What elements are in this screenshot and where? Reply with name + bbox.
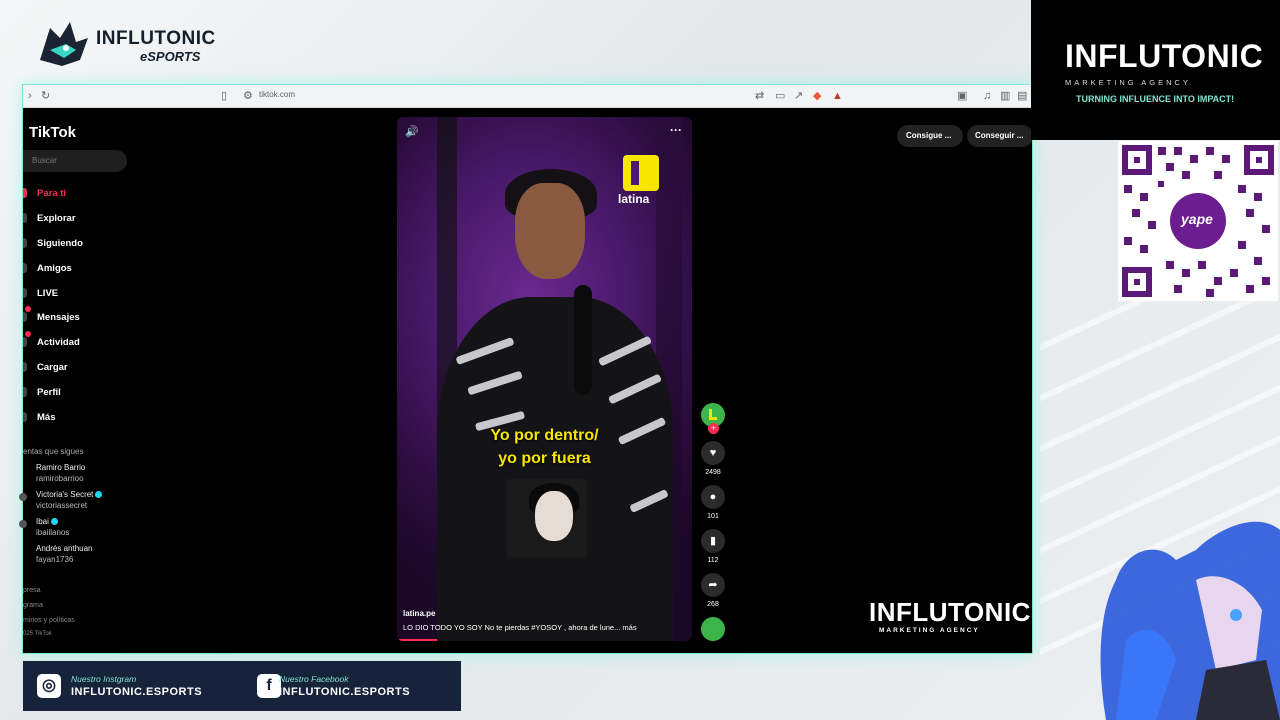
site-settings-icon[interactable]: ⚙ bbox=[243, 89, 253, 103]
share-icon[interactable]: ↗ bbox=[794, 89, 803, 103]
activity-icon bbox=[23, 337, 27, 347]
reload-icon[interactable]: ↻ bbox=[41, 89, 50, 103]
facebook-icon: f bbox=[257, 674, 281, 698]
microphone bbox=[574, 285, 592, 395]
copyright: 025 TikTok bbox=[23, 631, 52, 637]
following-account[interactable]: Ibai ibaillanos bbox=[19, 517, 153, 541]
agency-title: INFLUTONIC bbox=[1065, 38, 1264, 74]
live-icon bbox=[23, 288, 27, 298]
music-disc-icon[interactable] bbox=[701, 617, 725, 641]
get-app-button[interactable]: Conseguir ... bbox=[967, 125, 1033, 147]
esports-logo-subtitle: eSPORTS bbox=[140, 49, 201, 64]
instagram-handle: INFLUTONIC.ESPORTS bbox=[71, 686, 203, 698]
verified-icon bbox=[50, 518, 58, 526]
agency-tagline: TURNING INFLUENCE INTO IMPACT! bbox=[1076, 94, 1235, 104]
qr-finder bbox=[1122, 145, 1152, 175]
esports-logo-title: INFLUTONIC bbox=[96, 28, 216, 49]
media-icon[interactable]: ♫ bbox=[983, 89, 991, 103]
video-caption-line1: Yo por dentro/ bbox=[490, 427, 599, 444]
footer-link[interactable]: minos y políticas bbox=[23, 617, 75, 624]
yape-qr-code: yape bbox=[1118, 141, 1278, 301]
following-accounts-heading: entas que sigues bbox=[23, 447, 84, 456]
video-player[interactable]: latina Yo por dentro/ yo por fuera 🔊 ···… bbox=[397, 117, 692, 641]
following-account[interactable]: Victoria's Secret victoriassecret bbox=[19, 490, 153, 514]
agency-banner: INFLUTONIC MARKETING AGENCY TURNING INFL… bbox=[1031, 0, 1280, 140]
verified-icon bbox=[95, 491, 103, 499]
brave-shield-icon[interactable]: ◆ bbox=[813, 89, 821, 103]
search-placeholder: Buscar bbox=[32, 156, 57, 165]
notification-badge bbox=[25, 331, 31, 337]
facebook-label: Nuestro Facebook bbox=[279, 674, 349, 684]
like-count: 2498 bbox=[705, 469, 721, 476]
bookmark-icon[interactable]: ▯ bbox=[221, 89, 227, 103]
screen-icon[interactable]: ▭ bbox=[775, 89, 785, 103]
footer-link[interactable]: grama bbox=[23, 602, 43, 609]
yape-logo: yape bbox=[1170, 193, 1226, 249]
tiktok-sidebar: TikTok Buscar Para ti Explorar Siguiendo… bbox=[19, 107, 163, 653]
video-progress[interactable] bbox=[397, 639, 437, 641]
get-coins-button[interactable]: Consigue ... bbox=[897, 125, 963, 147]
save-count: 112 bbox=[707, 557, 719, 564]
search-input[interactable]: Buscar bbox=[23, 150, 127, 172]
instagram-label: Nuestro Instgram bbox=[71, 674, 137, 684]
bookmark-save-icon[interactable]: ▮ bbox=[701, 529, 725, 553]
rewards-icon[interactable]: ▲ bbox=[832, 89, 843, 103]
latina-logo-text: latina bbox=[618, 192, 650, 206]
more-options-icon[interactable]: ··· bbox=[670, 123, 682, 137]
home-icon bbox=[23, 188, 27, 198]
avatar bbox=[19, 493, 27, 501]
sidebar-icon[interactable]: ▣ bbox=[957, 89, 967, 103]
message-icon bbox=[23, 312, 27, 322]
facebook-handle: INFLUTONIC.ESPORTS bbox=[279, 686, 411, 698]
friends-icon bbox=[23, 263, 27, 273]
forward-icon[interactable]: › bbox=[28, 89, 32, 103]
agency-subtitle: MARKETING AGENCY bbox=[1065, 78, 1191, 87]
wallet-icon[interactable]: ▤ bbox=[1017, 89, 1027, 103]
video-inset-image bbox=[507, 479, 587, 557]
notification-badge bbox=[25, 306, 31, 312]
compass-icon bbox=[23, 213, 27, 223]
video-description[interactable]: LO DIO TODO YO SOY No te pierdas #YOSOY … bbox=[403, 623, 637, 632]
wolf-logo-icon bbox=[40, 22, 88, 66]
esports-logo: INFLUTONIC eSPORTS bbox=[36, 20, 215, 70]
browser-window: › ↻ ▯ ⚙ tiktok.com ⇄ ▭ ↗ ◆ ▲ ▣ ♫ ▥ ▤ Tik… bbox=[19, 84, 1033, 654]
following-account[interactable]: Andrés anthuan fayan1736 bbox=[23, 544, 153, 568]
footer-link[interactable]: presa bbox=[23, 587, 41, 594]
volume-icon[interactable]: 🔊 bbox=[405, 125, 419, 138]
following-icon bbox=[23, 238, 27, 248]
address-bar[interactable]: tiktok.com bbox=[259, 90, 295, 99]
video-author[interactable]: latina.pe bbox=[403, 609, 435, 618]
following-account[interactable]: Ramiro Barrio ramirobarrioo bbox=[23, 463, 153, 487]
avatar bbox=[19, 520, 27, 528]
upload-icon bbox=[23, 362, 27, 372]
split-view-icon[interactable]: ▥ bbox=[1000, 89, 1010, 103]
share-arrow-icon[interactable]: ➦ bbox=[701, 573, 725, 597]
like-heart-icon[interactable]: ♥ bbox=[701, 441, 725, 465]
latina-logo-icon bbox=[623, 155, 659, 191]
comment-icon[interactable]: ● bbox=[701, 485, 725, 509]
vtuber-avatar bbox=[1100, 521, 1280, 720]
more-icon bbox=[23, 412, 27, 422]
qr-finder bbox=[1244, 145, 1274, 175]
profile-icon bbox=[23, 387, 27, 397]
tiktok-logo[interactable]: TikTok bbox=[29, 124, 76, 141]
qr-finder bbox=[1122, 267, 1152, 297]
comment-count: 101 bbox=[707, 513, 719, 520]
translate-icon[interactable]: ⇄ bbox=[755, 89, 764, 103]
follow-plus-icon[interactable]: + bbox=[708, 423, 719, 434]
social-links-panel: ◎ Nuestro Instgram INFLUTONIC.ESPORTS f … bbox=[23, 661, 461, 711]
video-caption-line2: yo por fuera bbox=[498, 450, 591, 467]
agency-watermark: INFLUTONIC MARKETING AGENCY bbox=[869, 597, 1031, 634]
instagram-icon: ◎ bbox=[37, 674, 61, 698]
browser-toolbar: › ↻ ▯ ⚙ tiktok.com ⇄ ▭ ↗ ◆ ▲ ▣ ♫ ▥ ▤ bbox=[23, 85, 1032, 108]
share-count: 268 bbox=[707, 601, 719, 608]
